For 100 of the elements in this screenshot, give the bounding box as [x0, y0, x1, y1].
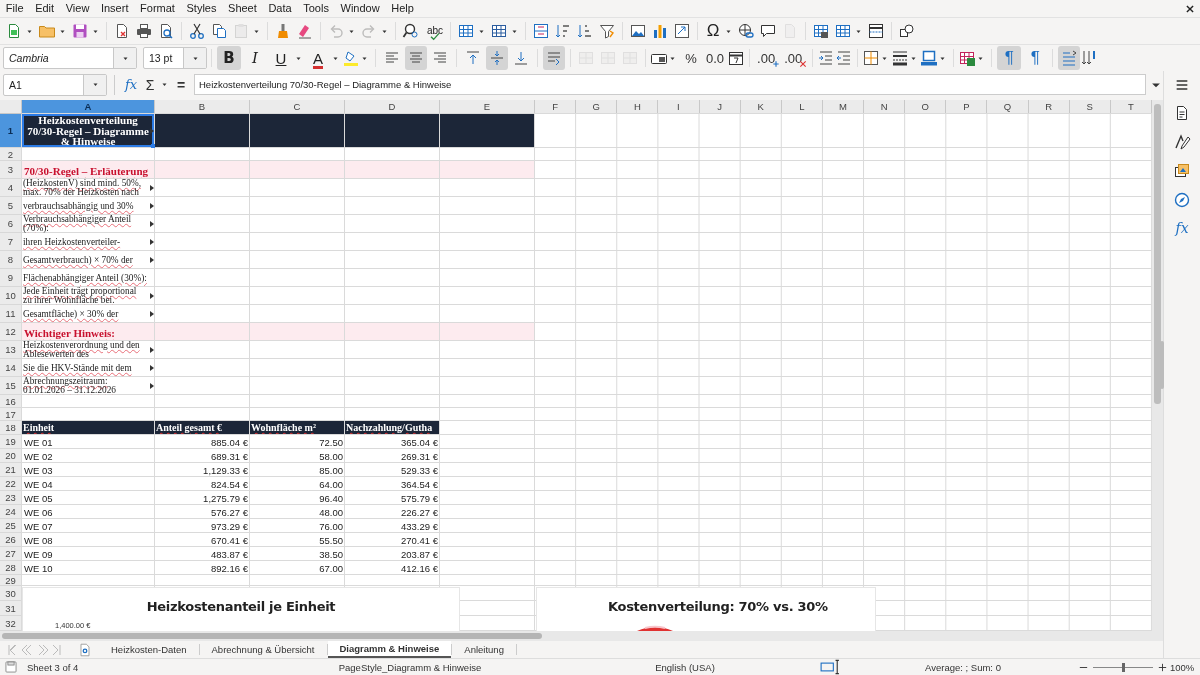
selection-mode-icon[interactable] [820, 657, 840, 675]
copy-icon[interactable] [210, 22, 228, 40]
column-header[interactable]: C [250, 100, 345, 114]
image-icon[interactable] [629, 22, 647, 40]
font-size-field[interactable]: 13 pt [143, 47, 207, 69]
menu-item[interactable]: Tools [297, 1, 335, 16]
menu-item[interactable]: View [59, 1, 96, 16]
menu-item[interactable]: Help [385, 1, 420, 16]
globe-link-icon[interactable] [737, 22, 755, 40]
borders-icon[interactable] [862, 49, 881, 67]
row-header[interactable]: 6 [0, 215, 22, 233]
bar-chart-icon[interactable] [651, 22, 669, 40]
eraser-icon[interactable] [296, 22, 314, 40]
italic-button[interactable]: I [243, 46, 267, 70]
column-header[interactable]: P [946, 100, 988, 114]
highlighter-icon[interactable] [342, 49, 360, 67]
column-header[interactable]: R [1028, 100, 1070, 114]
column-header[interactable]: O [905, 100, 947, 114]
row-header[interactable]: 1 [0, 114, 22, 148]
column-header[interactable]: H [617, 100, 659, 114]
row-header[interactable]: 16 [0, 395, 22, 408]
row-header[interactable]: 21 [0, 463, 22, 477]
align-center-button[interactable] [405, 46, 427, 70]
row-header[interactable]: 11 [0, 305, 22, 323]
formula-input[interactable]: Heizkostenverteilung 70/30-Regel – Diagramme & Hinweise [194, 74, 1146, 95]
menu-item[interactable]: Window [334, 1, 386, 16]
row-header[interactable]: 14 [0, 359, 22, 377]
column-header[interactable]: L [781, 100, 823, 114]
sheet-tab[interactable]: Anleitung [452, 641, 516, 658]
comment-icon[interactable] [759, 22, 777, 40]
percent-button[interactable]: % [680, 46, 702, 70]
menu-item[interactable]: File [0, 1, 30, 16]
column-header[interactable]: Q [987, 100, 1029, 114]
sort-icon[interactable] [532, 22, 550, 40]
row-header[interactable]: 32 [0, 616, 22, 631]
menu-item[interactable]: Data [262, 1, 298, 16]
row-header[interactable]: 22 [0, 477, 22, 491]
wrap-text-button[interactable] [543, 46, 565, 70]
row-header[interactable]: 10 [0, 287, 22, 305]
column-header[interactable]: A [22, 100, 155, 114]
gallery-icon[interactable] [1173, 162, 1191, 180]
column-header[interactable]: S [1069, 100, 1111, 114]
column-header[interactable]: D [345, 100, 440, 114]
column-header[interactable]: G [576, 100, 618, 114]
chart-panel[interactable]: Kostenverteilung: 70% vs. 30% [537, 588, 875, 631]
column-header[interactable]: K [740, 100, 782, 114]
column-header[interactable]: T [1110, 100, 1152, 114]
row-header[interactable]: 28 [0, 561, 22, 575]
name-box[interactable]: A1 [3, 73, 107, 96]
row-header[interactable]: 27 [0, 547, 22, 561]
row-header[interactable]: 29 [0, 575, 22, 586]
sidebar-handle[interactable] [1160, 341, 1164, 389]
column-header[interactable]: E [440, 100, 535, 114]
save-icon[interactable] [71, 22, 89, 40]
row-header[interactable]: 25 [0, 519, 22, 533]
spellcheck-button[interactable]: abc [423, 19, 445, 43]
font-name-field[interactable]: Cambria [3, 47, 137, 69]
row-header[interactable]: 31 [0, 601, 22, 616]
freeze-columns-icon[interactable] [834, 22, 852, 40]
row-header[interactable]: 13 [0, 341, 22, 359]
row-header[interactable]: 7 [0, 233, 22, 251]
row-header[interactable]: 2 [0, 148, 22, 161]
sort-descending-icon[interactable] [576, 22, 594, 40]
row-header[interactable]: 12 [0, 323, 22, 341]
font-color-button[interactable]: A [306, 46, 330, 70]
menu-item[interactable]: Styles [180, 1, 223, 16]
filter-icon[interactable] [598, 22, 616, 40]
row-header[interactable]: 3 [0, 161, 22, 179]
fill-handle[interactable] [151, 144, 155, 148]
column-header[interactable]: N [864, 100, 906, 114]
sheet-tab[interactable]: Heizkosten-Daten [99, 641, 199, 658]
column-header[interactable]: B [155, 100, 250, 114]
row-header[interactable]: 19 [0, 435, 22, 449]
center-vertically-button[interactable] [486, 46, 508, 70]
styles-icon[interactable] [1173, 133, 1191, 151]
row-header[interactable]: 24 [0, 505, 22, 519]
menu-item[interactable]: Edit [29, 1, 60, 16]
scissors-icon[interactable] [188, 22, 206, 40]
calendar-icon[interactable] [727, 49, 746, 67]
zoom-in-icon[interactable] [1157, 661, 1168, 673]
special-character-button[interactable]: Ω [703, 19, 723, 43]
row-header[interactable]: 18 [0, 421, 22, 435]
rows-grid-icon[interactable] [457, 22, 475, 40]
clipboard-icon[interactable] [232, 22, 250, 40]
menu-item[interactable]: Format [134, 1, 181, 16]
shapes-icon[interactable] [898, 22, 916, 40]
column-header[interactable]: M [822, 100, 864, 114]
columns-grid-icon[interactable] [490, 22, 508, 40]
row-header[interactable]: 23 [0, 491, 22, 505]
sheet-tab[interactable]: Abrechnung & Übersicht [199, 641, 327, 658]
add-decimal-button[interactable]: .00 [755, 46, 781, 70]
border-style-icon[interactable] [891, 49, 910, 67]
right-to-left-button[interactable]: ¶ [1023, 46, 1048, 70]
row-header[interactable]: 30 [0, 586, 22, 601]
row-header[interactable]: 20 [0, 449, 22, 463]
row-header[interactable]: 9 [0, 269, 22, 287]
bold-button[interactable]: B [217, 46, 241, 70]
sheet-tab[interactable]: Diagramm & Hinweise [327, 641, 452, 658]
conditional-format-icon[interactable] [958, 49, 977, 67]
menu-item[interactable]: Sheet [222, 1, 263, 16]
